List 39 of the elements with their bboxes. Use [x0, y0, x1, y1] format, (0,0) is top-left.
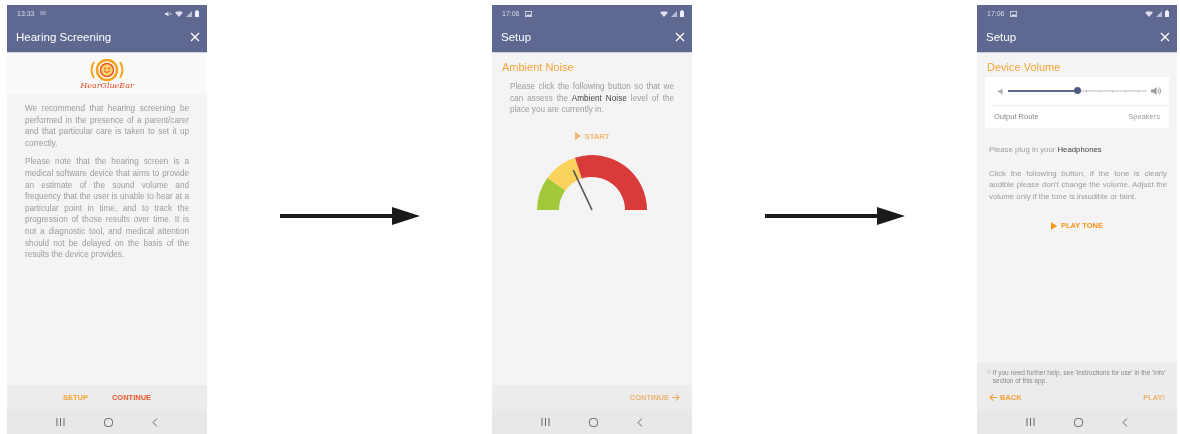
mute-icon — [165, 10, 172, 17]
battery-icon — [680, 10, 684, 17]
close-icon[interactable] — [675, 32, 685, 42]
wifi-icon — [175, 10, 183, 17]
play-icon — [574, 132, 581, 141]
image-icon — [524, 10, 532, 17]
screen-title: Hearing Screening — [16, 31, 112, 43]
back-arrow-icon — [989, 394, 997, 401]
body-text: We recommend that hearing screening be performed in the presence of a parent/carer and that particular care is taken to set it up correctly. — [24, 103, 190, 150]
body-text: Please click the following button so that we can assess the Ambient Noise level of the place you are currently in. — [509, 81, 676, 117]
battery-icon — [195, 10, 199, 17]
notification-icon — [39, 11, 46, 16]
screen-title: Setup — [501, 31, 532, 43]
wifi-icon — [1145, 10, 1153, 17]
recent-apps-icon[interactable] — [56, 418, 66, 426]
play-icon — [1051, 221, 1057, 230]
recent-apps-icon[interactable] — [541, 418, 551, 426]
speaker-quiet-icon — [998, 87, 1004, 95]
speaker-loud-icon — [1151, 86, 1162, 96]
close-icon[interactable] — [190, 32, 200, 42]
signal-icon — [671, 10, 677, 17]
section-heading: Device Volume — [986, 60, 1062, 73]
smiley-logo-icon — [88, 59, 126, 81]
body-text: Please note that the hearing screen is a medical software device that aims to provide an estimate of the sound volume and frequency that the user is unable to hear at a particular point in time, and to track the progression of those results over time. It is not a diagnostic tool, and medical attention should not be delayed on the basis of the results the device provides. — [24, 156, 190, 262]
home-icon[interactable] — [589, 417, 598, 427]
signal-icon — [186, 10, 192, 17]
close-icon[interactable] — [1160, 32, 1170, 42]
home-icon[interactable] — [1074, 417, 1083, 427]
battery-icon — [1165, 10, 1169, 17]
logo-text: HearGlueEar — [80, 81, 134, 90]
section-heading: Ambient Noise — [501, 60, 575, 73]
screen-title: Setup — [986, 31, 1017, 43]
volume-slider-thumb[interactable] — [1074, 87, 1081, 94]
home-icon[interactable] — [104, 417, 113, 427]
forward-arrow-icon — [672, 394, 680, 401]
wifi-icon — [660, 10, 668, 17]
image-icon — [1009, 10, 1017, 17]
recent-apps-icon[interactable] — [1026, 418, 1036, 426]
signal-icon — [1156, 10, 1162, 17]
